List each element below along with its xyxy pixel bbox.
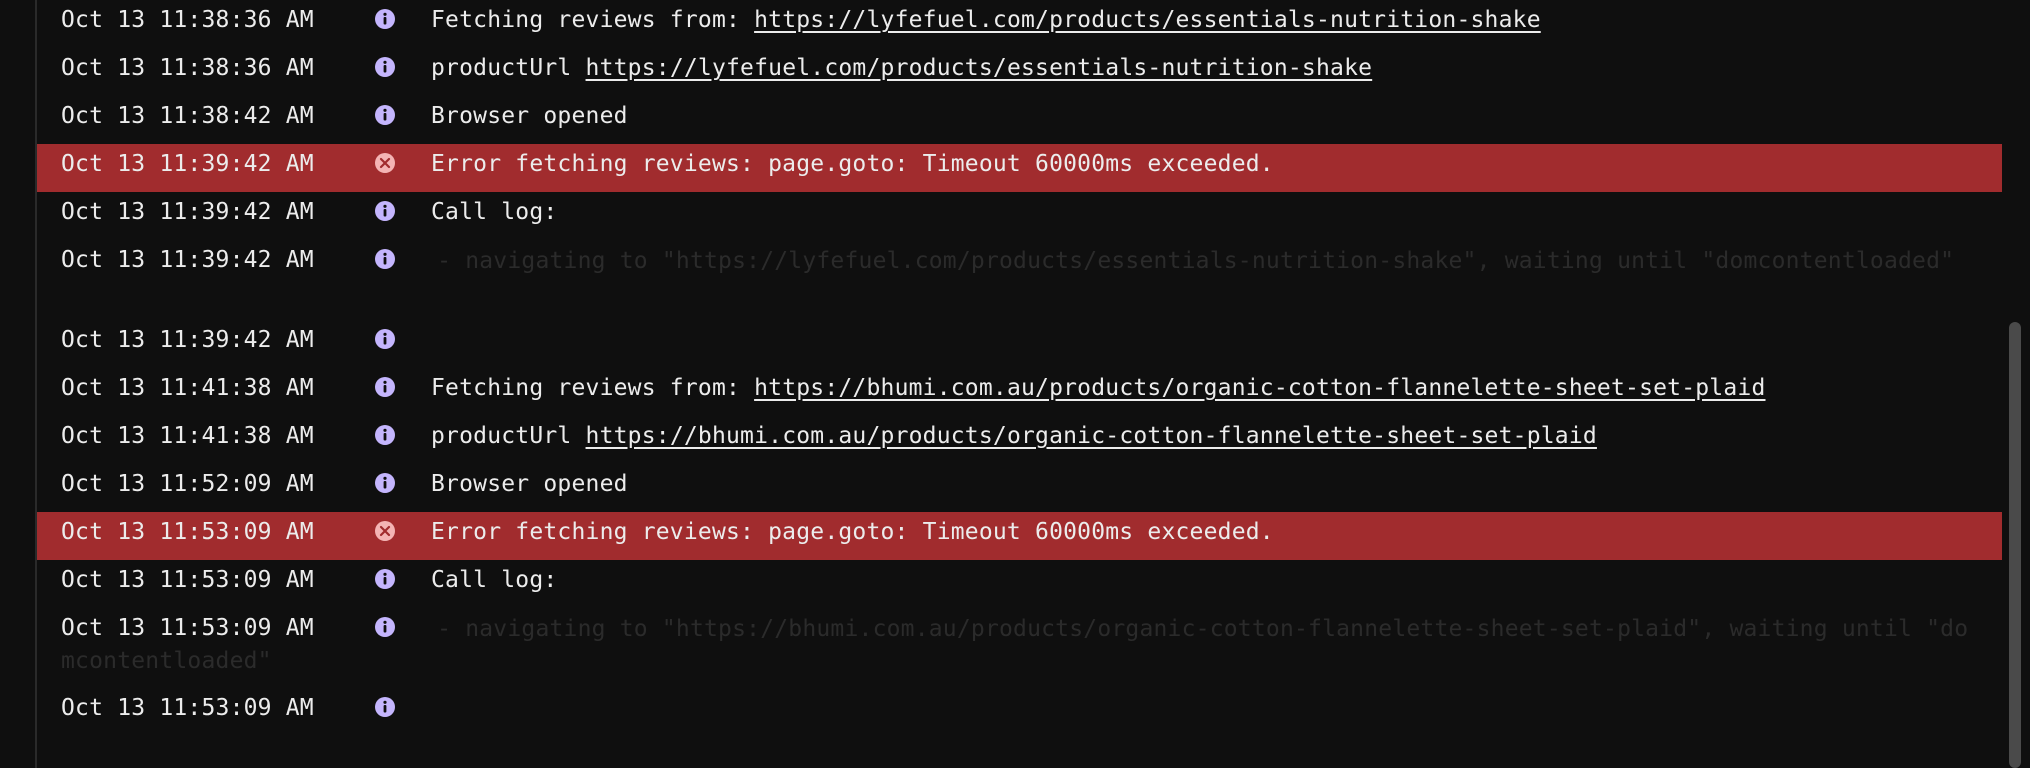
log-timestamp: Oct 13 11:41:38 AM: [61, 423, 314, 449]
log-detail-text: - navigating to "https://bhumi.com.au/pr…: [61, 616, 1969, 674]
log-message-text: Error fetching reviews: page.goto: Timeo…: [431, 151, 1274, 177]
log-message-text: Fetching reviews from:: [431, 7, 755, 33]
log-row-error: Oct 13 11:39:42 AM Error fetching reviews…: [37, 144, 2002, 192]
log-message-text: Call log:: [431, 199, 558, 225]
log-message: Call log:: [405, 565, 2002, 595]
log-message-text: Error fetching reviews: page.goto: Timeo…: [431, 519, 1274, 545]
info-icon: [365, 421, 405, 446]
log-timestamp: Oct 13 11:39:42 AM: [61, 199, 314, 225]
log-message-text: Fetching reviews from:: [431, 375, 755, 401]
log-message: Error fetching reviews: page.goto: Timeo…: [405, 517, 2002, 547]
log-row: Oct 13 11:39:42 AM - navigating to "http…: [37, 240, 2002, 320]
log-message-text: productUrl: [431, 55, 586, 81]
log-timestamp: Oct 13 11:53:09 AM: [61, 695, 314, 721]
log-message: Browser opened: [405, 469, 2002, 499]
log-row: Oct 13 11:41:38 AM productUrl https://bhu…: [37, 416, 2002, 464]
error-icon: [365, 149, 405, 174]
log-row-error: Oct 13 11:53:09 AM Error fetching reviews…: [37, 512, 2002, 560]
info-icon: [365, 53, 405, 78]
log-message: Fetching reviews from: https://lyfefuel.…: [405, 5, 2002, 35]
log-timestamp: Oct 13 11:38:36 AM: [61, 55, 314, 81]
log-message: Fetching reviews from: https://bhumi.com…: [405, 373, 2002, 403]
info-icon: [365, 469, 405, 494]
log-row: Oct 13 11:38:42 AM Browser opened: [37, 96, 2002, 144]
log-row: Oct 13 11:53:09 AM Call log:: [37, 560, 2002, 608]
info-icon: [365, 197, 405, 222]
log-panel: Oct 13 11:38:36 AM Fetching reviews from:…: [0, 0, 2030, 768]
log-row: Oct 13 11:41:38 AM Fetching reviews from:…: [37, 368, 2002, 416]
log-row: Oct 13 11:52:09 AM Browser opened: [37, 464, 2002, 512]
log-message-text: Call log:: [431, 567, 558, 593]
log-row: Oct 13 11:38:36 AM productUrl https://lyf…: [37, 48, 2002, 96]
log-timestamp: Oct 13 11:38:36 AM: [61, 7, 314, 33]
log-message: Browser opened: [405, 101, 2002, 131]
info-icon: [365, 5, 405, 30]
scrollbar-thumb[interactable]: [2009, 322, 2021, 768]
scrollbar[interactable]: [2005, 0, 2025, 768]
log-row: Oct 13 11:39:42 AM Call log:: [37, 192, 2002, 240]
log-timestamp: Oct 13 11:52:09 AM: [61, 471, 314, 497]
log-row: Oct 13 11:39:42 AM: [37, 320, 2002, 368]
log-message-text: Browser opened: [431, 103, 628, 129]
log-link[interactable]: https://bhumi.com.au/products/organic-co…: [754, 375, 1765, 401]
log-timestamp: Oct 13 11:38:42 AM: [61, 103, 314, 129]
log-link[interactable]: https://bhumi.com.au/products/organic-co…: [586, 423, 1597, 449]
info-icon: [365, 325, 405, 350]
info-icon: [365, 373, 405, 398]
log-message: Error fetching reviews: page.goto: Timeo…: [405, 149, 2002, 179]
log-link[interactable]: https://lyfefuel.com/products/essentials…: [586, 55, 1373, 81]
log-timestamp: Oct 13 11:53:09 AM: [61, 567, 314, 593]
log-row: Oct 13 11:53:09 AM: [37, 688, 2002, 736]
log-row: Oct 13 11:38:36 AM Fetching reviews from:…: [37, 0, 2002, 48]
log-message: Call log:: [405, 197, 2002, 227]
log-message-text: Browser opened: [431, 471, 628, 497]
log-message: productUrl https://bhumi.com.au/products…: [405, 421, 2002, 451]
info-icon: [365, 101, 405, 126]
log-rows: Oct 13 11:38:36 AM Fetching reviews from:…: [37, 0, 2002, 736]
log-timestamp: Oct 13 11:53:09 AM: [61, 519, 314, 545]
log-detail-text: - navigating to "https://lyfefuel.com/pr…: [409, 248, 1955, 274]
log-link[interactable]: https://lyfefuel.com/products/essentials…: [754, 7, 1541, 33]
log-timestamp: Oct 13 11:41:38 AM: [61, 375, 314, 401]
log-message: productUrl https://lyfefuel.com/products…: [405, 53, 2002, 83]
error-icon: [365, 517, 405, 542]
log-timestamp: Oct 13 11:39:42 AM: [61, 151, 314, 177]
log-timestamp: Oct 13 11:39:42 AM: [61, 327, 314, 353]
info-icon: [365, 693, 405, 718]
log-message-text: productUrl: [431, 423, 586, 449]
info-icon: [365, 565, 405, 590]
log-row: Oct 13 11:53:09 AM - navigating to "http…: [37, 608, 2002, 688]
